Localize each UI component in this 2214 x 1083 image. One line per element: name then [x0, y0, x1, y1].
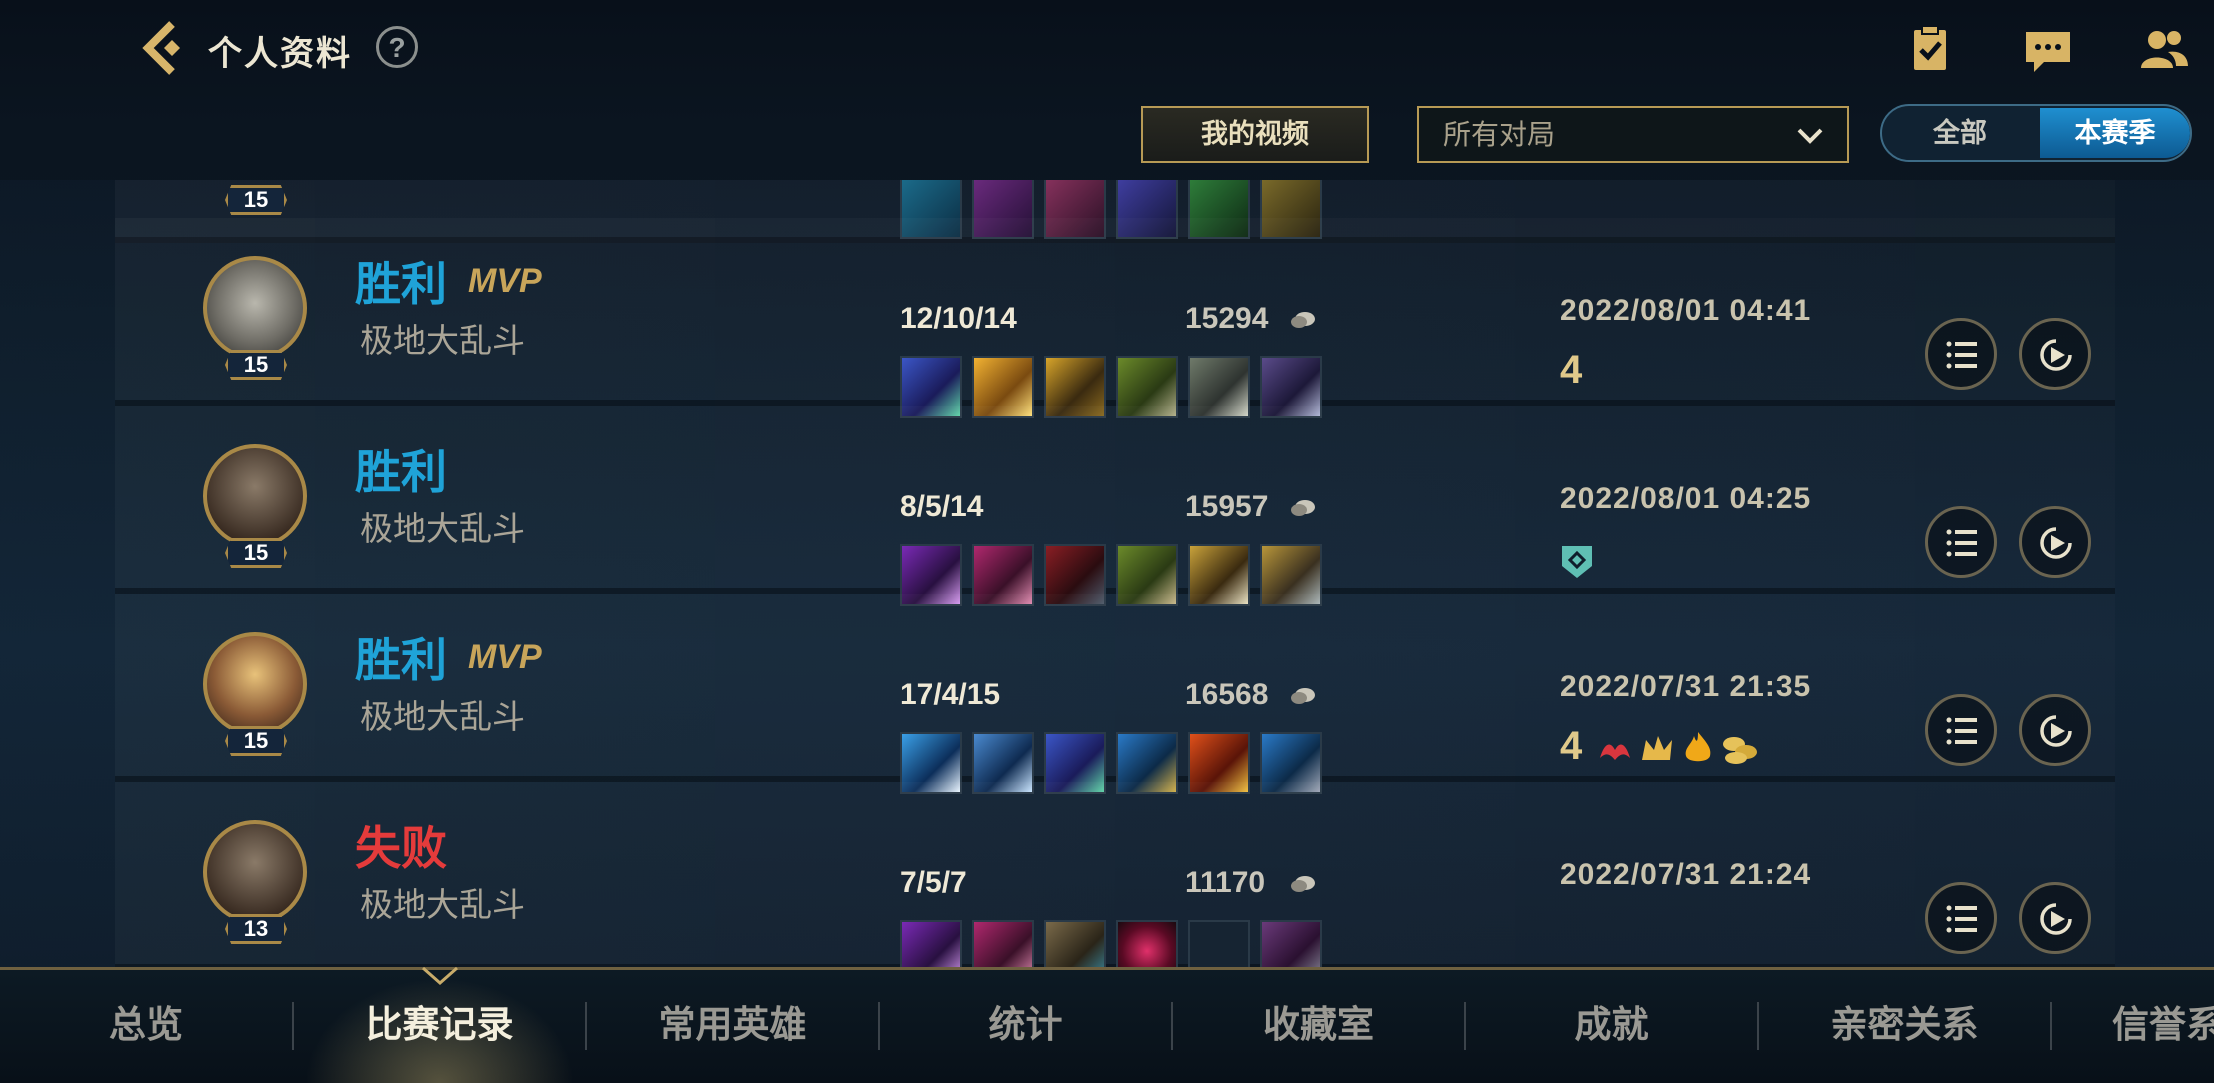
match-result: 失败 [355, 822, 447, 874]
match-details-button[interactable] [1925, 694, 1997, 766]
item-slot [972, 920, 1034, 970]
champion-avatar [203, 632, 307, 736]
tab-achievements[interactable]: 成就 [1466, 970, 1757, 1083]
toggle-current-season[interactable]: 本赛季 [2040, 108, 2190, 158]
mvp-badge: MVP [468, 638, 542, 676]
quadra-kill-icon: 4 [1560, 348, 1583, 392]
replay-icon [2040, 903, 2072, 935]
gold-earned: 16568 [1185, 678, 1269, 711]
top-header: 个人资料 ? 我的视频 所有对局 全部 本赛季 [0, 0, 2214, 180]
champion-avatar [203, 444, 307, 548]
match-result: 胜利 [355, 634, 447, 686]
match-row[interactable]: 13 失败 极地大乱斗 7/5/7 11170 2022/07/31 21:24 [115, 782, 2115, 970]
list-icon [1946, 529, 1977, 557]
trinket-slot [1260, 920, 1322, 970]
friends-icon[interactable] [2138, 24, 2190, 76]
list-icon [1946, 905, 1977, 933]
gold-coin-icon [1291, 876, 1315, 892]
champion-avatar [203, 820, 307, 924]
replay-button[interactable] [2019, 506, 2091, 578]
chevron-down-icon [1797, 128, 1823, 144]
game-mode: 极地大乱斗 [360, 322, 525, 359]
item-slot [900, 920, 962, 970]
match-result: 胜利 [355, 258, 447, 310]
toggle-all[interactable]: 全部 [1882, 106, 2038, 160]
replay-button[interactable] [2019, 882, 2091, 954]
checklist-icon[interactable] [1904, 24, 1956, 76]
champion-level: 13 [225, 914, 287, 944]
game-mode: 极地大乱斗 [360, 510, 525, 547]
page-title: 个人资料 [208, 35, 352, 73]
gold-coin-icon [1291, 688, 1315, 704]
chat-icon[interactable] [2022, 24, 2074, 76]
match-row[interactable]: 15 胜利 MVP 极地大乱斗 12/10/14 15294 2022/08/0… [115, 218, 2115, 418]
match-datetime: 2022/08/01 04:41 [1560, 294, 1812, 327]
tab-honor[interactable]: 信誉系 [2052, 970, 2214, 1083]
replay-icon [2040, 339, 2072, 371]
match-datetime: 2022/07/31 21:35 [1560, 670, 1812, 703]
list-icon [1946, 717, 1977, 745]
replay-icon [2040, 527, 2072, 559]
champion-avatar [203, 256, 307, 360]
my-videos-button[interactable]: 我的视频 [1141, 106, 1369, 163]
item-slot [1116, 920, 1178, 970]
kda: 17/4/15 [900, 678, 1001, 711]
champion-level: 15 [225, 350, 287, 380]
item-slot [1044, 920, 1106, 970]
season-toggle[interactable]: 全部 本赛季 [1880, 104, 2192, 162]
list-icon [1946, 341, 1977, 369]
match-history-list[interactable]: 15 15 胜利 MVP 极地大乱斗 12/10/14 15294 2022/0… [115, 180, 2115, 970]
match-type-value: 所有对局 [1443, 119, 1556, 150]
tab-collection[interactable]: 收藏室 [1173, 970, 1464, 1083]
game-mode: 极地大乱斗 [360, 886, 525, 923]
match-type-select[interactable]: 所有对局 [1417, 106, 1849, 163]
crown-icon [1642, 736, 1672, 760]
tab-match-history[interactable]: 比赛记录 [294, 970, 585, 1083]
match-details-button[interactable] [1925, 506, 1997, 578]
tab-overview[interactable]: 总览 [0, 970, 292, 1083]
back-icon[interactable] [138, 18, 198, 78]
tab-relationships[interactable]: 亲密关系 [1759, 970, 2050, 1083]
coins-icon [1723, 737, 1757, 764]
replay-icon [2040, 715, 2072, 747]
tab-stats[interactable]: 统计 [880, 970, 1171, 1083]
mvp-badge: MVP [468, 262, 542, 300]
champion-level: 15 [225, 538, 287, 568]
replay-button[interactable] [2019, 318, 2091, 390]
quadra-kill-icon: 4 [1560, 724, 1583, 768]
game-mode: 极地大乱斗 [360, 698, 525, 735]
empty-item-slot [1188, 920, 1250, 970]
flame-icon [1685, 732, 1711, 762]
gold-coin-icon [1291, 500, 1315, 516]
kda: 8/5/14 [900, 490, 984, 523]
gold-coin-icon [1291, 312, 1315, 328]
tab-favorite-champions[interactable]: 常用英雄 [587, 970, 878, 1083]
first-blood-icon [1600, 744, 1630, 760]
match-datetime: 2022/07/31 21:24 [1560, 858, 1812, 891]
champion-level: 15 [225, 185, 287, 215]
kda: 12/10/14 [900, 302, 1017, 335]
match-details-button[interactable] [1925, 318, 1997, 390]
match-details-button[interactable] [1925, 882, 1997, 954]
match-datetime: 2022/08/01 04:25 [1560, 482, 1812, 515]
gold-earned: 11170 [1185, 866, 1266, 899]
match-row[interactable]: 15 胜利 MVP 极地大乱斗 17/4/15 16568 2022/07/31… [115, 594, 2115, 794]
kda: 7/5/7 [900, 866, 967, 899]
gold-earned: 15294 [1185, 302, 1269, 335]
replay-button[interactable] [2019, 694, 2091, 766]
shield-icon [1562, 546, 1592, 578]
help-icon[interactable]: ? [376, 26, 418, 68]
match-result: 胜利 [355, 446, 447, 498]
gold-earned: 15957 [1185, 490, 1269, 523]
profile-tab-bar: 总览 比赛记录 常用英雄 统计 收藏室 成就 亲密关系 信誉系 [0, 966, 2214, 1083]
match-row[interactable]: 15 胜利 极地大乱斗 8/5/14 15957 2022/08/01 04:2… [115, 406, 2115, 606]
champion-level: 15 [225, 726, 287, 756]
